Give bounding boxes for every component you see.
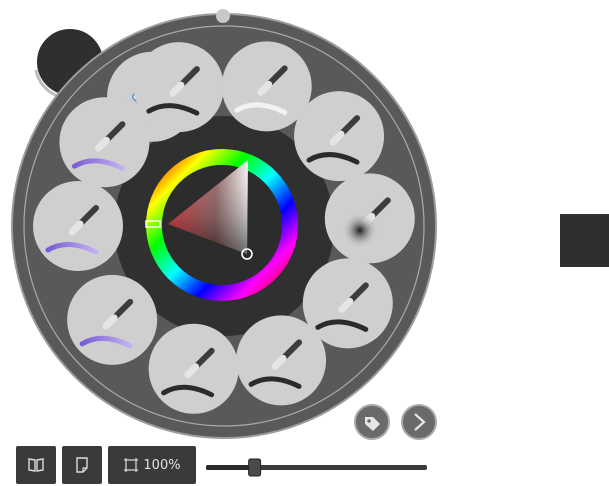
color-swatch-panel[interactable] [560, 214, 609, 267]
zoom-slider[interactable] [206, 458, 427, 477]
tool-slot-blender[interactable] [294, 91, 385, 182]
tool-slot-paint-roller[interactable] [148, 323, 239, 414]
zoom-slider-thumb[interactable] [248, 458, 262, 477]
layers-button[interactable] [62, 446, 102, 484]
gallery-button[interactable] [16, 446, 56, 484]
tool-slot-watercolor-round[interactable] [33, 181, 123, 271]
tool-slot-watercolor-flat[interactable] [67, 274, 158, 365]
tool-slot-pencil[interactable] [236, 315, 327, 406]
tool-slot-ballpoint[interactable] [133, 42, 224, 133]
tag-button[interactable] [354, 404, 390, 440]
book-icon [28, 458, 44, 472]
tool-slot-watercolor-wet[interactable] [59, 97, 150, 188]
zoom-button[interactable]: 100% [108, 446, 196, 484]
next-button[interactable] [401, 404, 437, 440]
tool-slot-airbrush[interactable] [324, 173, 415, 264]
zoom-slider-fill [206, 465, 255, 470]
page-icon [76, 457, 88, 473]
zoom-level-label: 100% [143, 457, 181, 473]
fit-screen-icon [124, 458, 139, 472]
brush-wheel-canvas [11, 9, 609, 477]
wheel-rotate-handle[interactable] [216, 9, 230, 23]
color-picker[interactable] [145, 149, 298, 301]
